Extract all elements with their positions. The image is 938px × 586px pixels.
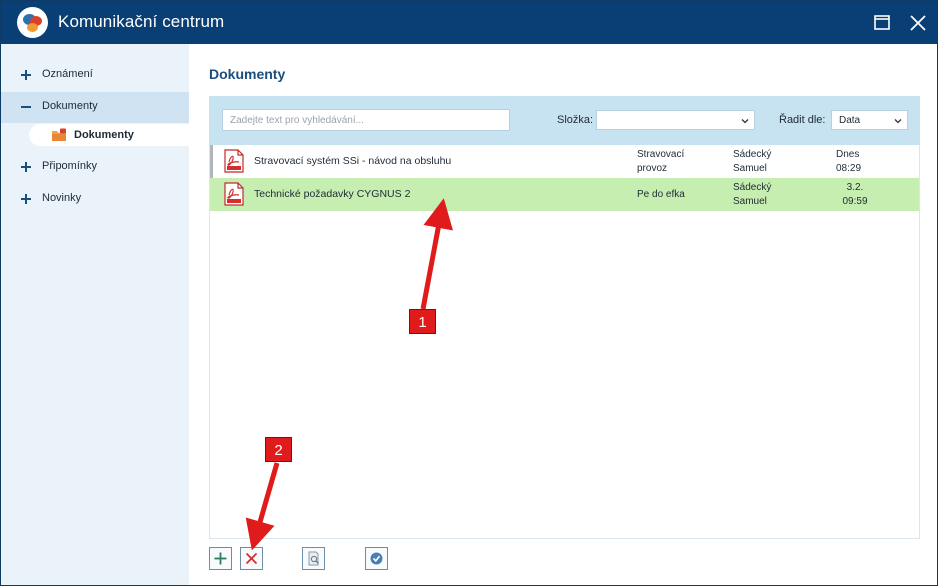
- document-folder: Stravovací provoz: [637, 148, 717, 176]
- plus-icon: [214, 552, 227, 565]
- plus-icon: [21, 70, 31, 80]
- document-date-line: 09:59: [842, 196, 868, 207]
- preview-button[interactable]: [302, 547, 325, 570]
- delete-button[interactable]: [240, 547, 263, 570]
- sidebar-item-novinky[interactable]: Novinky: [1, 184, 189, 215]
- document-author-line: Samuel: [733, 163, 767, 174]
- sidebar: Oznámení Dokumenty Dokumenty Připomínky: [1, 44, 189, 585]
- title-bar: Komunikační centrum: [1, 1, 937, 44]
- page-title: Dokumenty: [209, 66, 286, 82]
- document-folder-line: provoz: [637, 163, 668, 174]
- sidebar-item-oznameni[interactable]: Oznámení: [1, 60, 189, 91]
- search-input[interactable]: [222, 109, 510, 131]
- chat-bubbles-logo-icon: [17, 7, 48, 38]
- document-name: Stravovací systém SSi - návod na obsluhu: [254, 155, 452, 167]
- pdf-file-icon: [224, 182, 244, 206]
- document-author: Sádecký Samuel: [733, 181, 813, 209]
- sidebar-item-pripominky[interactable]: Připomínky: [1, 152, 189, 183]
- sort-select[interactable]: Data: [831, 110, 908, 130]
- document-date-line: Dnes: [836, 149, 860, 160]
- document-search-icon: [308, 551, 319, 566]
- document-list: Stravovací systém SSi - návod na obsluhu…: [209, 145, 920, 539]
- maximize-button[interactable]: [869, 10, 895, 36]
- folder-select[interactable]: [596, 110, 755, 130]
- sidebar-subitem-dokumenty[interactable]: Dokumenty: [29, 124, 189, 146]
- app-window: Komunikační centrum Oznámení Dokumenty D…: [0, 0, 938, 586]
- window-title: Komunikační centrum: [58, 12, 225, 31]
- annotation-badge-1: 1: [409, 309, 436, 334]
- document-folder-line: Pe do efka: [637, 189, 685, 200]
- plus-icon: [21, 162, 31, 172]
- sidebar-item-dokumenty[interactable]: Dokumenty: [1, 92, 189, 123]
- document-date-line: 08:29: [836, 163, 862, 174]
- document-name: Technické požadavky CYGNUS 2: [254, 188, 411, 200]
- sidebar-item-label: Dokumenty: [42, 100, 98, 112]
- sort-select-value: Data: [839, 115, 861, 126]
- document-author: Sádecký Samuel: [733, 148, 813, 176]
- document-date-line: 3.2.: [846, 182, 864, 193]
- add-button[interactable]: [209, 547, 232, 570]
- close-icon: [910, 15, 926, 31]
- document-folder-line: Stravovací: [637, 149, 685, 160]
- document-folder: Pe do efka: [637, 188, 717, 202]
- close-button[interactable]: [905, 10, 931, 36]
- document-author-line: Sádecký: [733, 182, 772, 193]
- table-row[interactable]: Stravovací systém SSi - návod na obsluhu…: [210, 145, 919, 178]
- document-author-line: Samuel: [733, 196, 767, 207]
- chevron-down-icon: [741, 119, 749, 124]
- sidebar-item-label: Připomínky: [42, 160, 98, 172]
- sort-label: Řadit dle:: [779, 114, 826, 126]
- folder-icon: [52, 128, 66, 141]
- row-marker: [210, 145, 213, 178]
- minus-icon: [21, 106, 31, 108]
- folder-label: Složka:: [557, 114, 594, 126]
- sidebar-subitem-label: Dokumenty: [74, 129, 134, 141]
- document-author-line: Sádecký: [733, 149, 772, 160]
- plus-icon: [21, 194, 31, 204]
- bottom-toolbar: [209, 547, 920, 577]
- sidebar-item-label: Oznámení: [42, 68, 93, 80]
- annotation-badge-2: 2: [265, 437, 292, 462]
- document-date: 3.2. 09:59: [830, 181, 880, 209]
- pdf-file-icon: [224, 149, 244, 173]
- chevron-down-icon: [894, 119, 902, 124]
- sidebar-item-label: Novinky: [42, 192, 82, 204]
- confirm-button[interactable]: [365, 547, 388, 570]
- main-panel: Dokumenty Složka: Řadit dle: Data: [189, 44, 937, 585]
- document-date: Dnes 08:29: [836, 148, 886, 176]
- x-icon: [245, 552, 258, 565]
- table-row-selected[interactable]: Technické požadavky CYGNUS 2 Pe do efka …: [210, 178, 919, 211]
- maximize-icon: [874, 15, 890, 30]
- filter-toolbar: Složka: Řadit dle: Data: [209, 96, 920, 145]
- checkmark-icon: [370, 552, 383, 565]
